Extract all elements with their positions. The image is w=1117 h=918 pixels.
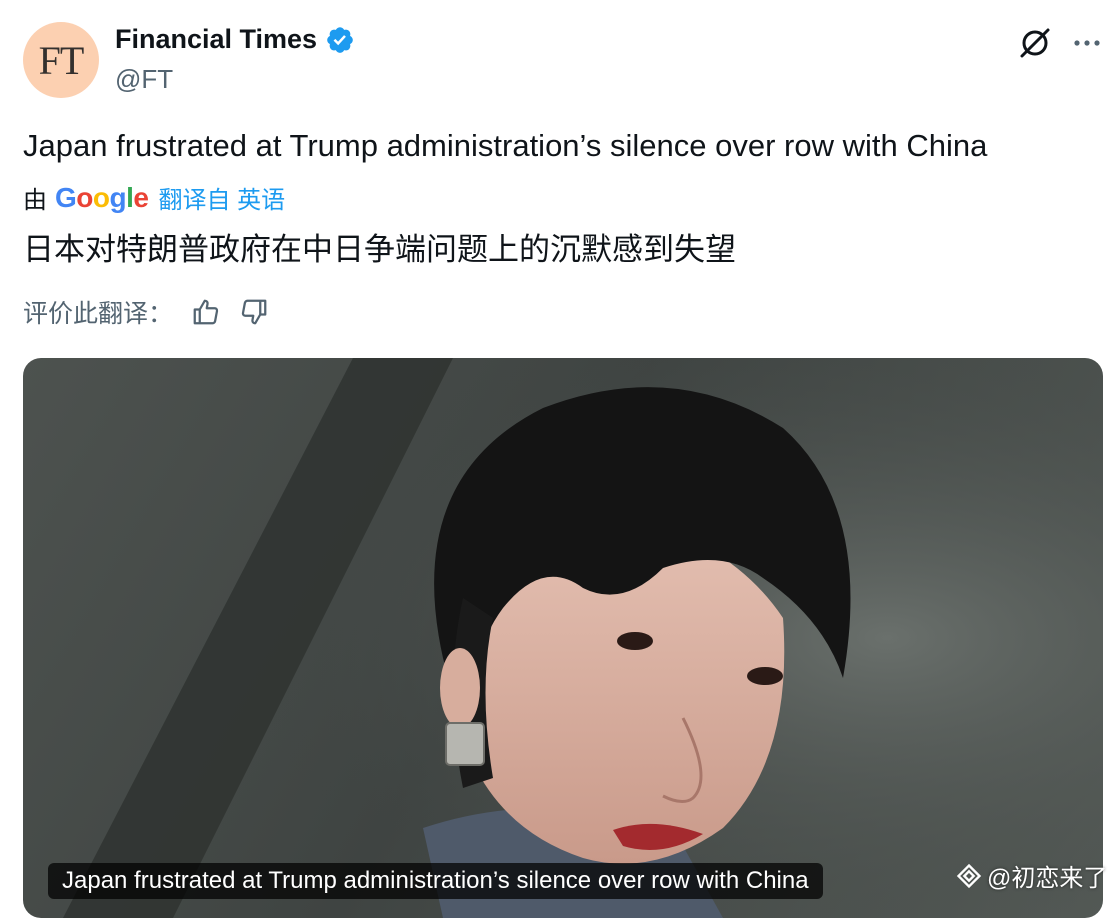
more-options-icon[interactable]: [1068, 24, 1106, 62]
post-headline: Japan frustrated at Trump administration…: [23, 128, 988, 163]
rate-translation: 评价此翻译：: [23, 294, 269, 330]
media-caption: Japan frustrated at Trump administration…: [48, 863, 823, 899]
google-logo: Google: [55, 181, 149, 213]
translate-source-link[interactable]: 翻译自 英语: [158, 180, 285, 215]
watermark: @初恋来了: [955, 858, 1107, 893]
thumbs-up-icon[interactable]: [191, 297, 221, 327]
grok-icon[interactable]: [1016, 24, 1054, 62]
watermark-text: @初恋来了: [987, 865, 1108, 892]
author-name-row: Financial Times: [115, 24, 355, 55]
thumbs-down-icon[interactable]: [239, 297, 269, 327]
verified-badge-icon: [327, 26, 353, 53]
rate-translation-label: 评价此翻译：: [23, 300, 174, 328]
diamond-icon: [956, 863, 982, 888]
author-handle[interactable]: @FT: [115, 64, 173, 95]
author-avatar[interactable]: FT: [23, 22, 99, 98]
post-media-image[interactable]: Japan frustrated at Trump administration…: [23, 358, 1103, 918]
portrait-photo: [23, 358, 1103, 918]
translated-by-label: 由: [23, 187, 47, 214]
translated-text: 日本对特朗普政府在中日争端问题上的沉默感到失望: [23, 232, 736, 267]
author-name[interactable]: Financial Times: [115, 24, 317, 55]
translation-attribution: 由 Google 翻译自 英语: [23, 180, 285, 215]
